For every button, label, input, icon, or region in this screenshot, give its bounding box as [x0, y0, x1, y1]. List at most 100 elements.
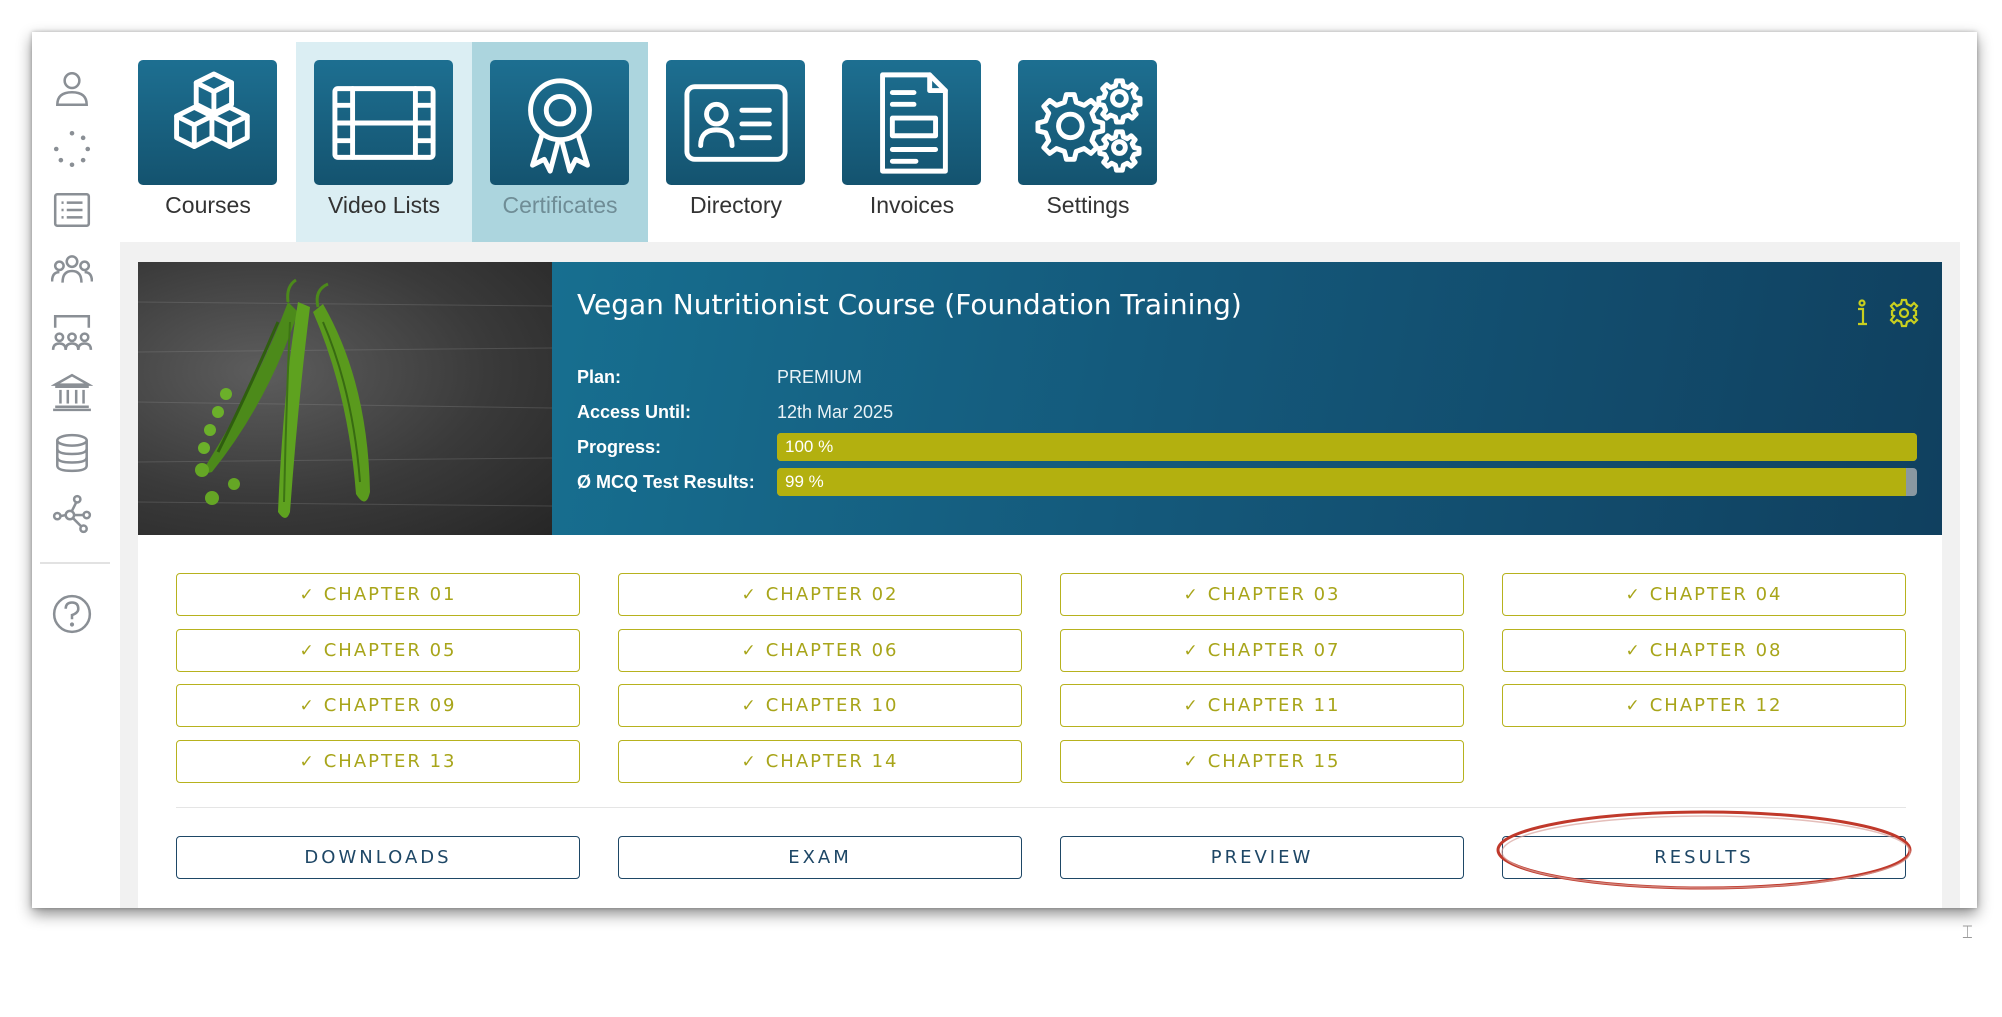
chapter-button[interactable]: ✓ CHAPTER 08	[1502, 629, 1906, 672]
access-value: 12th Mar 2025	[777, 401, 894, 422]
check-icon: ✓	[1183, 640, 1200, 661]
chapter-label: CHAPTER 14	[765, 751, 899, 772]
check-icon: ✓	[741, 584, 758, 605]
check-icon: ✓	[299, 584, 316, 605]
classroom-icon[interactable]	[48, 308, 96, 356]
check-icon: ✓	[1183, 751, 1200, 772]
chapter-button[interactable]: ✓ CHAPTER 15	[1060, 740, 1464, 783]
course-info-panel: Vegan Nutritionist Course (Foundation Tr…	[552, 262, 1942, 535]
user-icon[interactable]	[48, 64, 96, 112]
chapter-button[interactable]: ✓ CHAPTER 01	[176, 573, 580, 616]
chapter-button[interactable]: ✓ CHAPTER 09	[176, 684, 580, 727]
check-icon: ✓	[1183, 695, 1200, 716]
nav-certificates[interactable]: Certificates	[472, 42, 648, 242]
network-icon[interactable]	[48, 490, 96, 538]
gear-icon[interactable]	[1888, 296, 1920, 330]
chapter-button[interactable]: ✓ CHAPTER 06	[618, 629, 1022, 672]
main-content: Courses Video Lists Certificates Directo…	[120, 42, 1960, 908]
access-label: Access Until:	[577, 401, 692, 422]
peas-illustration	[138, 278, 552, 518]
progress-bar: 100 %	[777, 433, 1917, 461]
exam-button[interactable]: EXAM	[618, 836, 1022, 879]
check-icon: ✓	[1625, 584, 1642, 605]
nav-directory-tile	[666, 60, 805, 185]
group-icon[interactable]	[48, 246, 96, 294]
list-icon[interactable]	[48, 186, 96, 234]
institution-icon[interactable]	[48, 368, 96, 416]
mcq-row: Ø MCQ Test Results: 99 %	[577, 467, 1917, 497]
nav-certificates-tile	[490, 60, 629, 185]
preview-button[interactable]: PREVIEW	[1060, 836, 1464, 879]
course-banner: Vegan Nutritionist Course (Foundation Tr…	[138, 262, 1942, 535]
loading-dots-icon[interactable]	[48, 125, 96, 173]
chapter-label: CHAPTER 02	[765, 584, 899, 605]
nav-invoices-tile	[842, 60, 981, 185]
check-icon: ✓	[741, 695, 758, 716]
chapter-button[interactable]: ✓ CHAPTER 13	[176, 740, 580, 783]
chapter-label: CHAPTER 12	[1649, 695, 1783, 716]
id-card-icon	[683, 83, 788, 162]
sidebar-divider	[40, 562, 110, 564]
award-icon	[527, 77, 592, 174]
chapter-label: CHAPTER 10	[765, 695, 899, 716]
course-title: Vegan Nutritionist Course (Foundation Tr…	[577, 288, 1242, 321]
cubes-icon	[173, 70, 250, 149]
check-icon: ✓	[741, 751, 758, 772]
chapter-label: CHAPTER 01	[323, 584, 457, 605]
check-icon: ✓	[1625, 695, 1642, 716]
info-icon[interactable]	[1846, 296, 1878, 330]
chapter-label: CHAPTER 09	[323, 695, 457, 716]
chapter-button[interactable]: ✓ CHAPTER 03	[1060, 573, 1464, 616]
database-icon[interactable]	[48, 429, 96, 477]
nav-video-lists-label: Video Lists	[327, 192, 441, 218]
mcq-value: 99 %	[785, 472, 824, 491]
check-icon: ✓	[299, 640, 316, 661]
course-image	[138, 262, 552, 535]
chapter-button[interactable]: ✓ CHAPTER 04	[1502, 573, 1906, 616]
check-icon: ✓	[1183, 584, 1200, 605]
chapter-label: CHAPTER 03	[1207, 584, 1341, 605]
nav-settings-label: Settings	[1046, 192, 1130, 218]
plan-label: Plan:	[577, 366, 622, 387]
film-icon	[331, 85, 436, 160]
chapter-label: CHAPTER 06	[765, 640, 899, 661]
nav-certificates-label: Certificates	[502, 192, 618, 218]
progress-row: Progress: 100 %	[577, 432, 1917, 462]
chapter-button[interactable]: ✓ CHAPTER 02	[618, 573, 1022, 616]
nav-video-lists-tile	[314, 60, 453, 185]
chapter-button[interactable]: ✓ CHAPTER 10	[618, 684, 1022, 727]
nav-settings-tile	[1018, 60, 1157, 185]
plan-row: Plan: PREMIUM	[577, 362, 862, 392]
mcq-bar: 99 %	[777, 468, 1917, 496]
help-icon[interactable]	[48, 590, 96, 638]
chapter-label: CHAPTER 04	[1649, 584, 1783, 605]
chapter-button[interactable]: ✓ CHAPTER 11	[1060, 684, 1464, 727]
plan-value: PREMIUM	[777, 366, 862, 387]
chapter-button[interactable]: ✓ CHAPTER 14	[618, 740, 1022, 783]
mcq-label: Ø MCQ Test Results:	[577, 471, 755, 492]
left-sidebar	[32, 32, 116, 908]
progress-value: 100 %	[785, 437, 834, 456]
chapter-label: CHAPTER 13	[323, 751, 457, 772]
chapter-label: CHAPTER 15	[1207, 751, 1341, 772]
nav-invoices[interactable]: Invoices	[824, 42, 1000, 242]
chapter-button[interactable]: ✓ CHAPTER 07	[1060, 629, 1464, 672]
progress-bar-fill	[777, 433, 1917, 461]
invoice-icon	[879, 71, 948, 174]
check-icon: ✓	[299, 695, 316, 716]
nav-settings[interactable]: Settings	[1000, 42, 1176, 242]
downloads-button[interactable]: DOWNLOADS	[176, 836, 580, 879]
section-divider	[176, 807, 1906, 808]
nav-courses-tile	[138, 60, 277, 185]
course-card: Vegan Nutritionist Course (Foundation Tr…	[138, 262, 1942, 908]
chapter-button[interactable]: ✓ CHAPTER 12	[1502, 684, 1906, 727]
chapter-label: CHAPTER 05	[323, 640, 457, 661]
nav-video-lists[interactable]: Video Lists	[296, 42, 472, 242]
nav-directory[interactable]: Directory	[648, 42, 824, 242]
nav-courses[interactable]: Courses	[120, 42, 296, 242]
results-button[interactable]: RESULTS	[1502, 836, 1906, 879]
chapter-label: CHAPTER 07	[1207, 640, 1341, 661]
chapter-button[interactable]: ✓ CHAPTER 05	[176, 629, 580, 672]
app-window: Courses Video Lists Certificates Directo…	[32, 32, 1977, 908]
access-row: Access Until: 12th Mar 2025	[577, 397, 893, 427]
